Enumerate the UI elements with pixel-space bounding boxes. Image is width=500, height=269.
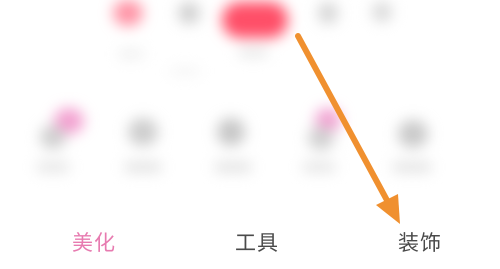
- app-screen: 美化 工具 装饰: [0, 0, 500, 269]
- blurred-icon-gray: [398, 120, 428, 148]
- blurred-label: [36, 162, 70, 172]
- tab-tools[interactable]: 工具: [235, 227, 279, 257]
- blurred-label: [118, 50, 144, 58]
- blurred-content: [0, 0, 500, 215]
- blurred-icon-gray: [178, 2, 200, 24]
- blurred-icon-gray: [372, 2, 392, 22]
- blurred-icon-gray: [217, 118, 245, 146]
- bottom-tab-bar: 美化 工具 装饰: [0, 215, 500, 269]
- blurred-label: [238, 48, 268, 57]
- blurred-label: [170, 68, 200, 74]
- tab-beautify[interactable]: 美化: [72, 227, 116, 257]
- tab-decorate[interactable]: 装饰: [398, 227, 442, 257]
- blurred-label: [124, 162, 162, 172]
- blurred-icon-gray: [128, 118, 158, 146]
- blurred-label: [302, 162, 336, 172]
- blurred-icon-gray: [318, 2, 338, 24]
- blurred-label: [392, 162, 432, 172]
- blurred-icon-pink-small: [113, 0, 143, 26]
- blurred-icon-gray: [40, 125, 66, 149]
- blurred-label: [214, 162, 252, 172]
- blurred-icon-red-pill: [222, 2, 288, 38]
- blurred-icon-gray: [308, 126, 334, 150]
